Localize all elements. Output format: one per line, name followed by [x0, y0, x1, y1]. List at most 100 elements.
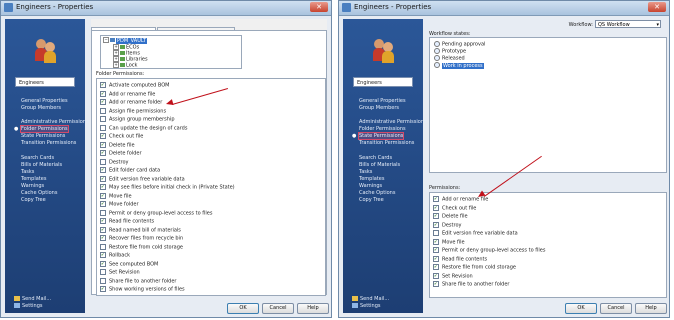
nav-general-properties[interactable]: General Properties [359, 98, 406, 104]
permission-checkbox[interactable] [100, 184, 106, 190]
nav-search-cards[interactable]: Search Cards [359, 155, 392, 161]
permission-checkbox[interactable] [100, 218, 106, 224]
permission-item[interactable]: May see files before initial check in (P… [100, 184, 235, 191]
permission-item[interactable]: Delete file [100, 141, 135, 148]
permission-item[interactable]: Read named bill of materials [100, 226, 181, 233]
permission-checkbox[interactable] [100, 150, 106, 156]
nav-cache-options[interactable]: Cache Options [21, 190, 57, 196]
workflow-states-list[interactable]: Pending approval Prototype Released Work… [429, 37, 667, 173]
nav-group-members[interactable]: Group Members [21, 105, 61, 111]
send-mail-link[interactable]: Send Mail... [14, 296, 51, 302]
permission-checkbox[interactable] [100, 243, 106, 250]
permission-checkbox[interactable] [433, 221, 439, 228]
permission-item[interactable]: Delete file [433, 213, 468, 220]
permission-checkbox[interactable] [100, 286, 106, 292]
nav-general-properties[interactable]: General Properties [21, 98, 68, 104]
permission-checkbox[interactable] [100, 82, 106, 88]
permission-item[interactable]: Restore file from cold storage [433, 264, 516, 271]
permission-item[interactable]: Delete folder [100, 150, 142, 157]
permission-checkbox[interactable] [100, 260, 106, 267]
permission-checkbox[interactable] [100, 269, 106, 275]
group-name-field[interactable]: Engineers [353, 77, 413, 87]
permission-item[interactable]: Edit version free variable data [100, 175, 185, 182]
permission-checkbox[interactable] [100, 158, 106, 165]
permission-checkbox[interactable] [433, 204, 439, 211]
ok-button[interactable]: OK [565, 303, 597, 314]
nav-transition-permissions[interactable]: Transition Permissions [21, 140, 76, 146]
tree-root[interactable]: − PDM_VAULT [103, 37, 148, 44]
workflow-state-item[interactable]: Prototype [434, 48, 466, 55]
folder-tree[interactable]: − PDM_VAULT + ECOs + Items + Libraries + Lock [100, 35, 242, 69]
permission-checkbox[interactable] [100, 192, 106, 199]
permission-checkbox[interactable] [100, 90, 106, 97]
nav-folder-permissions[interactable]: Folder Permissions [20, 125, 69, 133]
permission-checkbox[interactable] [100, 99, 106, 105]
permission-checkbox[interactable] [433, 230, 439, 236]
close-button[interactable]: ✕ [648, 2, 666, 12]
nav-templates[interactable]: Templates [21, 176, 46, 182]
permission-checkbox[interactable] [100, 201, 106, 207]
permission-item[interactable]: Assign group membership [100, 116, 175, 123]
permission-item[interactable]: Set Revision [100, 269, 140, 276]
permission-checkbox[interactable] [433, 264, 439, 270]
nav-copy-tree[interactable]: Copy Tree [359, 197, 384, 203]
permission-item[interactable]: Add or rename file [100, 90, 155, 97]
nav-bills-of-materials[interactable]: Bills of Materials [21, 162, 62, 168]
nav-tasks[interactable]: Tasks [21, 169, 34, 175]
cancel-button[interactable]: Cancel [600, 303, 632, 314]
permission-item[interactable]: Edit folder card data [100, 167, 160, 174]
workflow-state-item[interactable]: Pending approval [434, 41, 485, 48]
permission-item[interactable]: Activate computed BOM [100, 82, 170, 89]
permission-checkbox[interactable] [433, 213, 439, 219]
permission-checkbox[interactable] [100, 175, 106, 182]
nav-administrative-permissions[interactable]: Administrative Permissions [21, 119, 89, 125]
nav-administrative-permissions[interactable]: Administrative Permissions [359, 119, 427, 125]
permission-item[interactable]: Show working versions of files [100, 286, 185, 293]
permission-item[interactable]: Move file [100, 192, 132, 199]
permission-item[interactable]: Permit or deny group-level access to fil… [433, 247, 545, 254]
nav-warnings[interactable]: Warnings [21, 183, 44, 189]
permission-checkbox[interactable] [100, 277, 106, 284]
cancel-button[interactable]: Cancel [262, 303, 294, 314]
permission-item[interactable]: Recover files from recycle bin [100, 235, 183, 242]
nav-tasks[interactable]: Tasks [359, 169, 372, 175]
permission-item[interactable]: Restore file from cold storage [100, 243, 183, 250]
ok-button[interactable]: OK [227, 303, 259, 314]
permission-item[interactable]: Edit version free variable data [433, 230, 518, 237]
nav-state-permissions[interactable]: State Permissions [21, 133, 65, 139]
help-button[interactable]: Help [297, 303, 329, 314]
permission-checkbox[interactable] [433, 255, 439, 262]
workflow-select[interactable]: QS Workflow ▾ [595, 20, 661, 28]
permission-checkbox[interactable] [100, 107, 106, 114]
permission-item[interactable]: Destroy [433, 221, 461, 228]
group-name-field[interactable]: Engineers [15, 77, 75, 87]
permission-item[interactable]: Move folder [100, 201, 139, 208]
nav-copy-tree[interactable]: Copy Tree [21, 197, 46, 203]
permission-checkbox[interactable] [100, 252, 106, 258]
permission-item[interactable]: Move file [433, 238, 465, 245]
permission-item[interactable]: Assign file permissions [100, 107, 166, 114]
settings-link[interactable]: Settings [14, 303, 43, 309]
permission-item[interactable]: Read file contents [100, 218, 154, 225]
permission-checkbox[interactable] [100, 116, 106, 122]
permission-item[interactable]: Set Revision [433, 272, 473, 279]
permission-item[interactable]: Rollback [100, 252, 130, 259]
nav-state-permissions[interactable]: State Permissions [357, 132, 405, 140]
permission-checkbox[interactable] [433, 196, 439, 202]
workflow-state-item[interactable]: Released [434, 55, 465, 62]
permission-checkbox[interactable] [433, 247, 439, 253]
nav-warnings[interactable]: Warnings [359, 183, 382, 189]
settings-link[interactable]: Settings [352, 303, 381, 309]
permission-checkbox[interactable] [433, 281, 439, 287]
permission-checkbox[interactable] [100, 209, 106, 216]
permission-item[interactable]: Check out file [100, 133, 143, 140]
permission-item[interactable]: Check out file [433, 204, 476, 211]
permission-checkbox[interactable] [100, 226, 106, 233]
permission-checkbox[interactable] [100, 167, 106, 173]
nav-group-members[interactable]: Group Members [359, 105, 399, 111]
permission-item[interactable]: Share file to another folder [100, 277, 177, 284]
nav-folder-permissions[interactable]: Folder Permissions [359, 126, 406, 132]
permission-checkbox[interactable] [100, 141, 106, 148]
permission-item[interactable]: Read file contents [433, 255, 487, 262]
permission-checkbox[interactable] [433, 272, 439, 279]
